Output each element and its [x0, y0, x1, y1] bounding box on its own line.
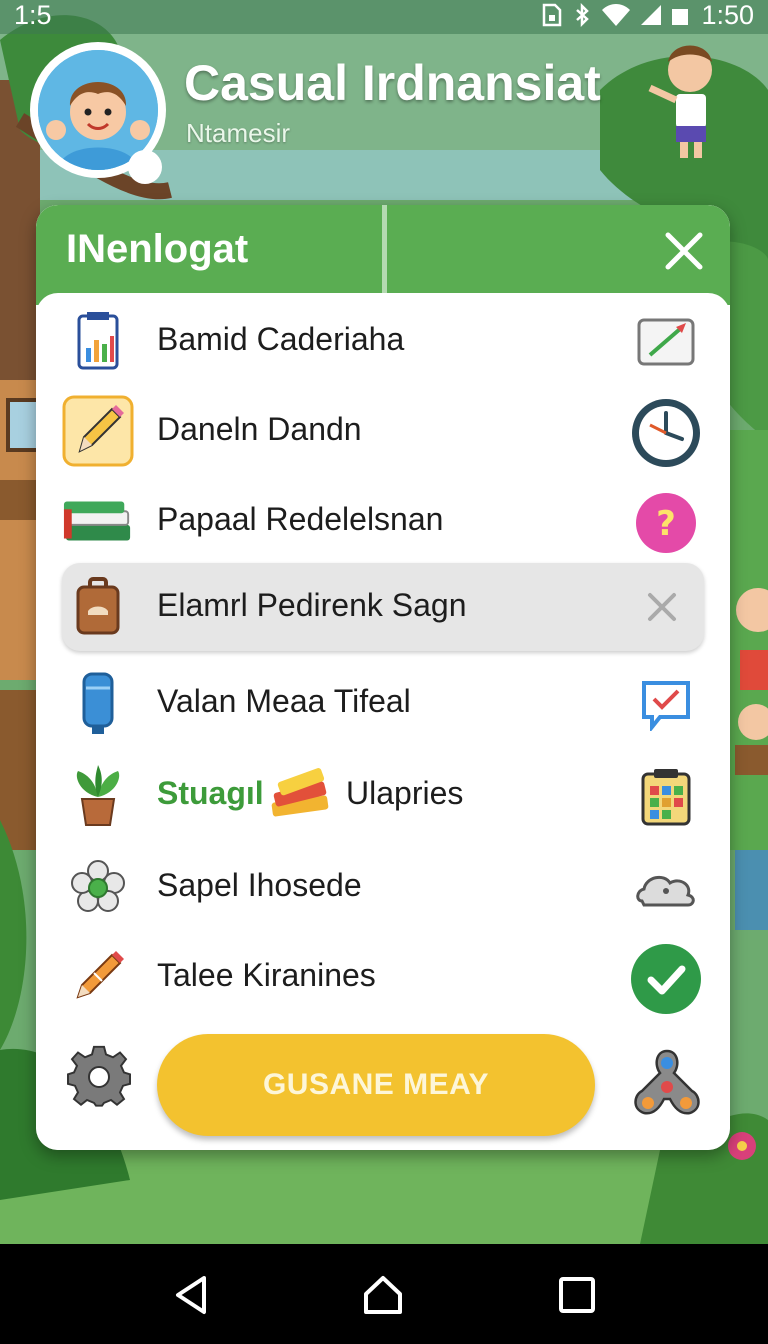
menu-item-6[interactable]: Stuagıl Ulapries	[36, 755, 730, 835]
menu-item-7[interactable]: Sapel Ihosede	[36, 847, 730, 927]
recents-icon[interactable]	[554, 1272, 600, 1318]
menu-item-label: Daneln Dandn	[157, 411, 362, 447]
menu-item-1[interactable]: Bamid Caderiaha	[36, 301, 730, 381]
menu-item-4[interactable]: Elamrl Pedirenk Sagn	[62, 563, 704, 651]
close-icon[interactable]	[624, 569, 700, 645]
bluetooth-icon	[576, 3, 590, 27]
cloud-icon	[628, 851, 704, 927]
dialog-body: Bamid Caderiaha Daneln Dandn Papaal Rede…	[36, 293, 730, 1150]
menu-item-label: Bamid Caderiaha	[157, 321, 405, 357]
report-clipboard-icon	[62, 305, 134, 377]
potted-plant-icon	[62, 759, 134, 831]
status-icons: 1:50	[541, 0, 754, 30]
check-circle-icon	[628, 941, 704, 1017]
status-time-right: 1:50	[701, 0, 754, 30]
back-icon[interactable]	[168, 1272, 214, 1318]
app-subtitle: Ntamesir	[186, 118, 291, 148]
menu-item-second-label: Ulapries	[346, 775, 464, 811]
help-icon: ?	[628, 485, 704, 561]
books-stack-icon	[266, 759, 336, 829]
fidget-spinner-icon[interactable]	[630, 1045, 704, 1119]
close-icon[interactable]	[656, 223, 712, 279]
dialog-title: INenlogat	[66, 227, 249, 271]
flower-icon	[62, 851, 134, 923]
menu-dialog: INenlogat Bamid Caderiaha Daneln Dandn P…	[36, 205, 730, 1150]
primary-action-button[interactable]: GUSANE MEAY	[157, 1034, 595, 1136]
wifi-icon	[602, 4, 631, 26]
whiteboard-icon	[628, 305, 704, 381]
menu-item-label: Stuagıl	[157, 775, 264, 811]
briefcase-icon	[62, 571, 134, 643]
menu-item-label: Sapel Ihosede	[157, 867, 362, 903]
menu-item-3[interactable]: Papaal Redelelsnan ?	[36, 481, 730, 561]
menu-item-8[interactable]: Talee Kiranines	[36, 937, 730, 1017]
battery-icon	[672, 9, 689, 25]
sim-icon	[543, 3, 562, 27]
pencil-icon	[62, 395, 134, 467]
menu-item-label: Papaal Redelelsnan	[157, 501, 444, 537]
dialog-header: INenlogat	[36, 205, 730, 305]
status-bar: 1:5 1:50	[0, 0, 768, 34]
chat-check-icon	[628, 667, 704, 743]
menu-item-5[interactable]: Valan Meaa Tifeal	[36, 663, 730, 743]
clock-icon	[628, 395, 704, 471]
app-title: Casual Irdnansiat	[184, 55, 601, 111]
menu-item-2[interactable]: Daneln Dandn	[36, 391, 730, 471]
gear-icon[interactable]	[66, 1045, 132, 1111]
navigation-bar	[0, 1244, 768, 1344]
status-time-left: 1:5	[14, 0, 52, 30]
crayon-icon	[62, 941, 134, 1013]
svg-text:?: ?	[656, 504, 676, 544]
menu-item-label: Elamrl Pedirenk Sagn	[157, 587, 467, 623]
header-divider	[382, 205, 387, 295]
menu-item-label: Valan Meaa Tifeal	[157, 683, 411, 719]
home-icon[interactable]	[360, 1272, 406, 1318]
signal-icon	[641, 5, 662, 25]
calendar-icon	[628, 759, 704, 835]
menu-item-label: Talee Kiranines	[157, 957, 376, 993]
avatar-badge	[128, 150, 162, 184]
books-icon	[62, 485, 134, 557]
water-bottle-icon	[62, 667, 134, 739]
